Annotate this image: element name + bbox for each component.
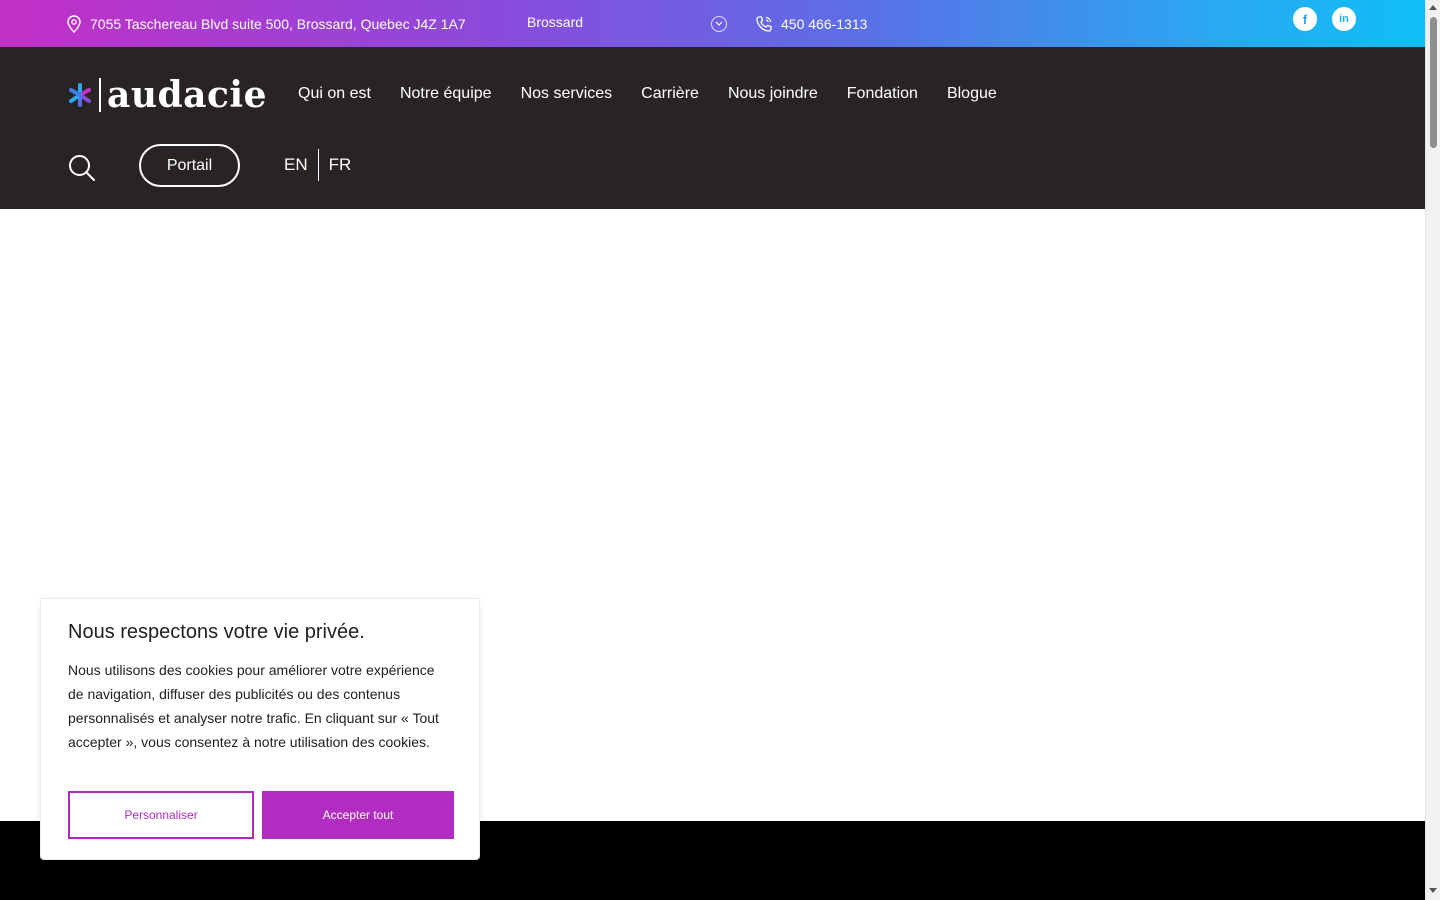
page-scrollbar[interactable]: [1425, 0, 1440, 900]
top-info-bar: 7055 Taschereau Blvd suite 500, Brossard…: [0, 0, 1425, 47]
nav-item-nos-services[interactable]: Nos services: [521, 85, 613, 103]
phone-link[interactable]: 450 466-1313: [755, 0, 867, 47]
facebook-icon[interactable]: f: [1293, 7, 1317, 31]
phone-text: 450 466-1313: [781, 15, 868, 32]
lang-en[interactable]: EN: [284, 155, 308, 175]
location-text: Brossard: [527, 13, 584, 30]
chevron-down-icon[interactable]: [711, 16, 727, 32]
customize-button[interactable]: Personnaliser: [68, 791, 254, 839]
portal-button[interactable]: Portail: [139, 144, 240, 187]
logo-mark-icon: [69, 83, 91, 107]
nav-item-carriere[interactable]: Carrière: [641, 85, 699, 103]
logo-divider: [99, 78, 101, 112]
logo-text: audacie: [107, 74, 267, 116]
cookie-actions: Personnaliser Accepter tout: [68, 791, 454, 839]
phone-icon: [756, 15, 772, 32]
scroll-up-arrow-icon[interactable]: [1429, 5, 1437, 10]
search-icon[interactable]: [68, 154, 96, 182]
nav-item-fondation[interactable]: Fondation: [847, 85, 918, 103]
logo[interactable]: audacie: [67, 77, 267, 113]
linkedin-glyph: in: [1339, 13, 1349, 25]
lang-divider: [317, 149, 319, 181]
linkedin-icon[interactable]: in: [1332, 7, 1356, 31]
main-nav: Qui on est Notre équipe Nos services Car…: [298, 85, 997, 103]
cookie-title: Nous respectons votre vie privée.: [68, 621, 365, 643]
location-selector[interactable]: Brossard: [527, 0, 583, 45]
nav-item-blogue[interactable]: Blogue: [947, 85, 997, 103]
site-header: audacie Qui on est Notre équipe Nos serv…: [0, 47, 1425, 209]
nav-item-nous-joindre[interactable]: Nous joindre: [728, 85, 818, 103]
nav-item-notre-equipe[interactable]: Notre équipe: [400, 85, 492, 103]
scroll-thumb[interactable]: [1430, 17, 1437, 148]
scroll-down-arrow-icon[interactable]: [1429, 888, 1437, 893]
address-text: 7055 Taschereau Blvd suite 500, Brossard…: [90, 15, 466, 32]
location-pin-icon: [67, 14, 81, 33]
language-switcher: EN FR: [284, 149, 351, 181]
address-link[interactable]: 7055 Taschereau Blvd suite 500, Brossard…: [66, 0, 466, 47]
cookie-body: Nous utilisons des cookies pour améliore…: [68, 662, 439, 750]
cookie-consent-dialog: Nous respectons votre vie privée. Nous u…: [40, 598, 480, 860]
facebook-glyph: f: [1302, 11, 1308, 27]
page: 7055 Taschereau Blvd suite 500, Brossard…: [0, 0, 1440, 900]
accept-all-button[interactable]: Accepter tout: [262, 791, 454, 839]
nav-item-qui-on-est[interactable]: Qui on est: [298, 85, 371, 103]
lang-fr[interactable]: FR: [329, 155, 352, 175]
